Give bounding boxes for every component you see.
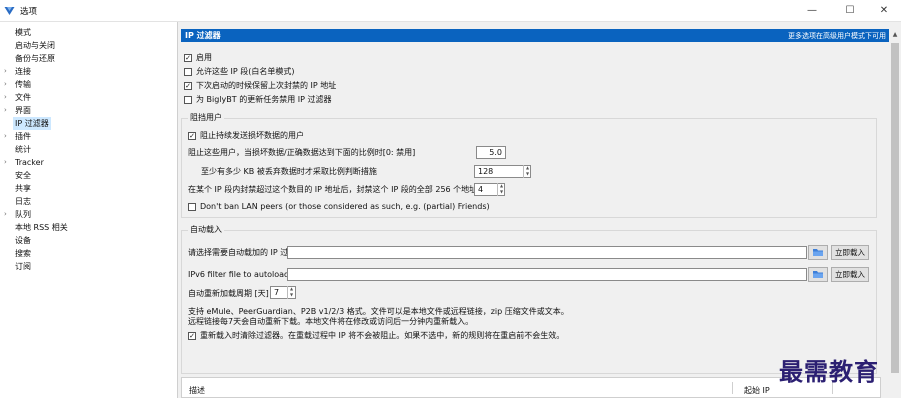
- kb-threshold-label: 至少有多少 KB 被丢弃数据时才采取比例判断措施: [201, 167, 377, 176]
- ip-range-table: 描述 起始 IP: [181, 377, 881, 398]
- sidebar-item-label: 插件: [15, 132, 31, 141]
- autoload-title: 自动载入: [188, 225, 224, 235]
- sidebar-item-label: 统计: [15, 145, 31, 154]
- sidebar-item-label: 本地 RSS 相关: [15, 223, 68, 232]
- sidebar-tree: 模式 启动与关闭 备份与还原 › 连接 › 传输 › 文件 › 界面 IP 过滤器 › 插…: [0, 22, 178, 398]
- minimize-button[interactable]: —: [794, 0, 830, 22]
- panel-title: IP 过滤器: [185, 31, 221, 40]
- block-peers-title: 阻挡用户: [188, 113, 224, 123]
- scroll-thumb[interactable]: [891, 43, 899, 373]
- reload-period-stepper[interactable]: ▲ ▼: [287, 286, 295, 299]
- checkbox-box[interactable]: [184, 96, 192, 104]
- chevron-right-icon: ›: [4, 93, 7, 101]
- checkbox-box[interactable]: ✓: [188, 132, 196, 140]
- window-title: 选项: [20, 7, 38, 17]
- sidebar-item-label: 队列: [15, 210, 31, 219]
- ipv4-load-now-button[interactable]: 立即载入: [831, 245, 869, 260]
- sidebar-item-label: 连接: [15, 67, 31, 76]
- sidebar-item-label: 日志: [15, 197, 31, 206]
- col-header-description[interactable]: 描述: [189, 385, 205, 396]
- ipv6-browse-button[interactable]: [808, 267, 828, 282]
- ban-range-stepper[interactable]: ▲ ▼: [497, 183, 505, 196]
- reload-period-label: 自动重新加载周期 [天]: [188, 289, 269, 298]
- advanced-mode-hint[interactable]: 更多选项在高级用户模式下可用: [788, 31, 886, 41]
- close-button[interactable]: ✕: [866, 0, 901, 22]
- sidebar-item-label: 模式: [15, 28, 31, 37]
- maximize-button[interactable]: ☐: [832, 0, 868, 22]
- sidebar-item-label: Tracker: [15, 158, 44, 167]
- sidebar-item-label: 界面: [15, 106, 31, 115]
- sidebar-item-label: IP 过滤器: [13, 117, 51, 130]
- sidebar-item-label: 共享: [15, 184, 31, 193]
- folder-icon: [813, 271, 823, 278]
- watermark-text: 最需教育: [779, 357, 879, 386]
- sidebar-item-label: 设备: [15, 236, 31, 245]
- ipv6-file-input[interactable]: [287, 268, 807, 281]
- sidebar-item-label: 订阅: [15, 262, 31, 271]
- column-divider[interactable]: [732, 382, 733, 394]
- format-info-line2: 远程链接每7天会自动重新下载。本地文件将在修改或访问后一分钟内重新载入。: [188, 317, 474, 326]
- ban-range-label: 在某个 IP 段内封禁超过这个数目的 IP 地址后，封禁这个 IP 段的全部 2…: [188, 185, 478, 194]
- chevron-right-icon: ›: [4, 158, 7, 166]
- format-info-line1: 支持 eMule、PeerGuardian、P2B v1/2/3 格式。文件可以…: [188, 307, 569, 316]
- scroll-up-arrow-icon[interactable]: ▲: [889, 29, 901, 41]
- checkbox-box[interactable]: ✓: [184, 54, 192, 62]
- ratio-label: 阻止这些用户，当损坏数据/正确数据达到下面的比例时[0: 禁用]: [188, 148, 416, 157]
- checkbox-box[interactable]: [188, 203, 196, 211]
- chevron-right-icon: ›: [4, 67, 7, 75]
- checkbox-box[interactable]: ✓: [188, 332, 196, 340]
- sidebar-item-label: 备份与还原: [15, 54, 55, 63]
- title-bar: 选项 — ☐ ✕: [0, 0, 901, 22]
- sidebar-item-label: 文件: [15, 93, 31, 102]
- sidebar-item-label: 搜索: [15, 249, 31, 258]
- ratio-input[interactable]: 5.0: [476, 146, 506, 159]
- chevron-right-icon: ›: [4, 80, 7, 88]
- checkbox-box[interactable]: [184, 68, 192, 76]
- ip-filter-panel: IP 过滤器 更多选项在高级用户模式下可用 ✓ 启用 允许这些 IP 段(白名单模…: [181, 29, 889, 398]
- ipv4-browse-button[interactable]: [808, 245, 828, 260]
- ipv6-file-label: IPv6 filter file to autoload: [188, 270, 290, 279]
- chevron-right-icon: ›: [4, 106, 7, 114]
- folder-icon: [813, 249, 823, 256]
- vertical-scrollbar[interactable]: ▲: [889, 29, 901, 398]
- sidebar-item-label: 安全: [15, 171, 31, 180]
- ipv4-file-input[interactable]: [287, 246, 807, 259]
- col-header-start-ip[interactable]: 起始 IP: [744, 385, 770, 396]
- chevron-right-icon: ›: [4, 210, 7, 218]
- sidebar-item-label: 传输: [15, 80, 31, 89]
- kb-threshold-stepper[interactable]: ▲ ▼: [523, 165, 531, 178]
- ipv6-load-now-button[interactable]: 立即载入: [831, 267, 869, 282]
- panel-header: IP 过滤器 更多选项在高级用户模式下可用: [181, 29, 889, 42]
- chevron-right-icon: ›: [4, 132, 7, 140]
- app-logo-icon: [4, 7, 15, 15]
- checkbox-box[interactable]: ✓: [184, 82, 192, 90]
- sidebar-item-label: 启动与关闭: [15, 41, 55, 50]
